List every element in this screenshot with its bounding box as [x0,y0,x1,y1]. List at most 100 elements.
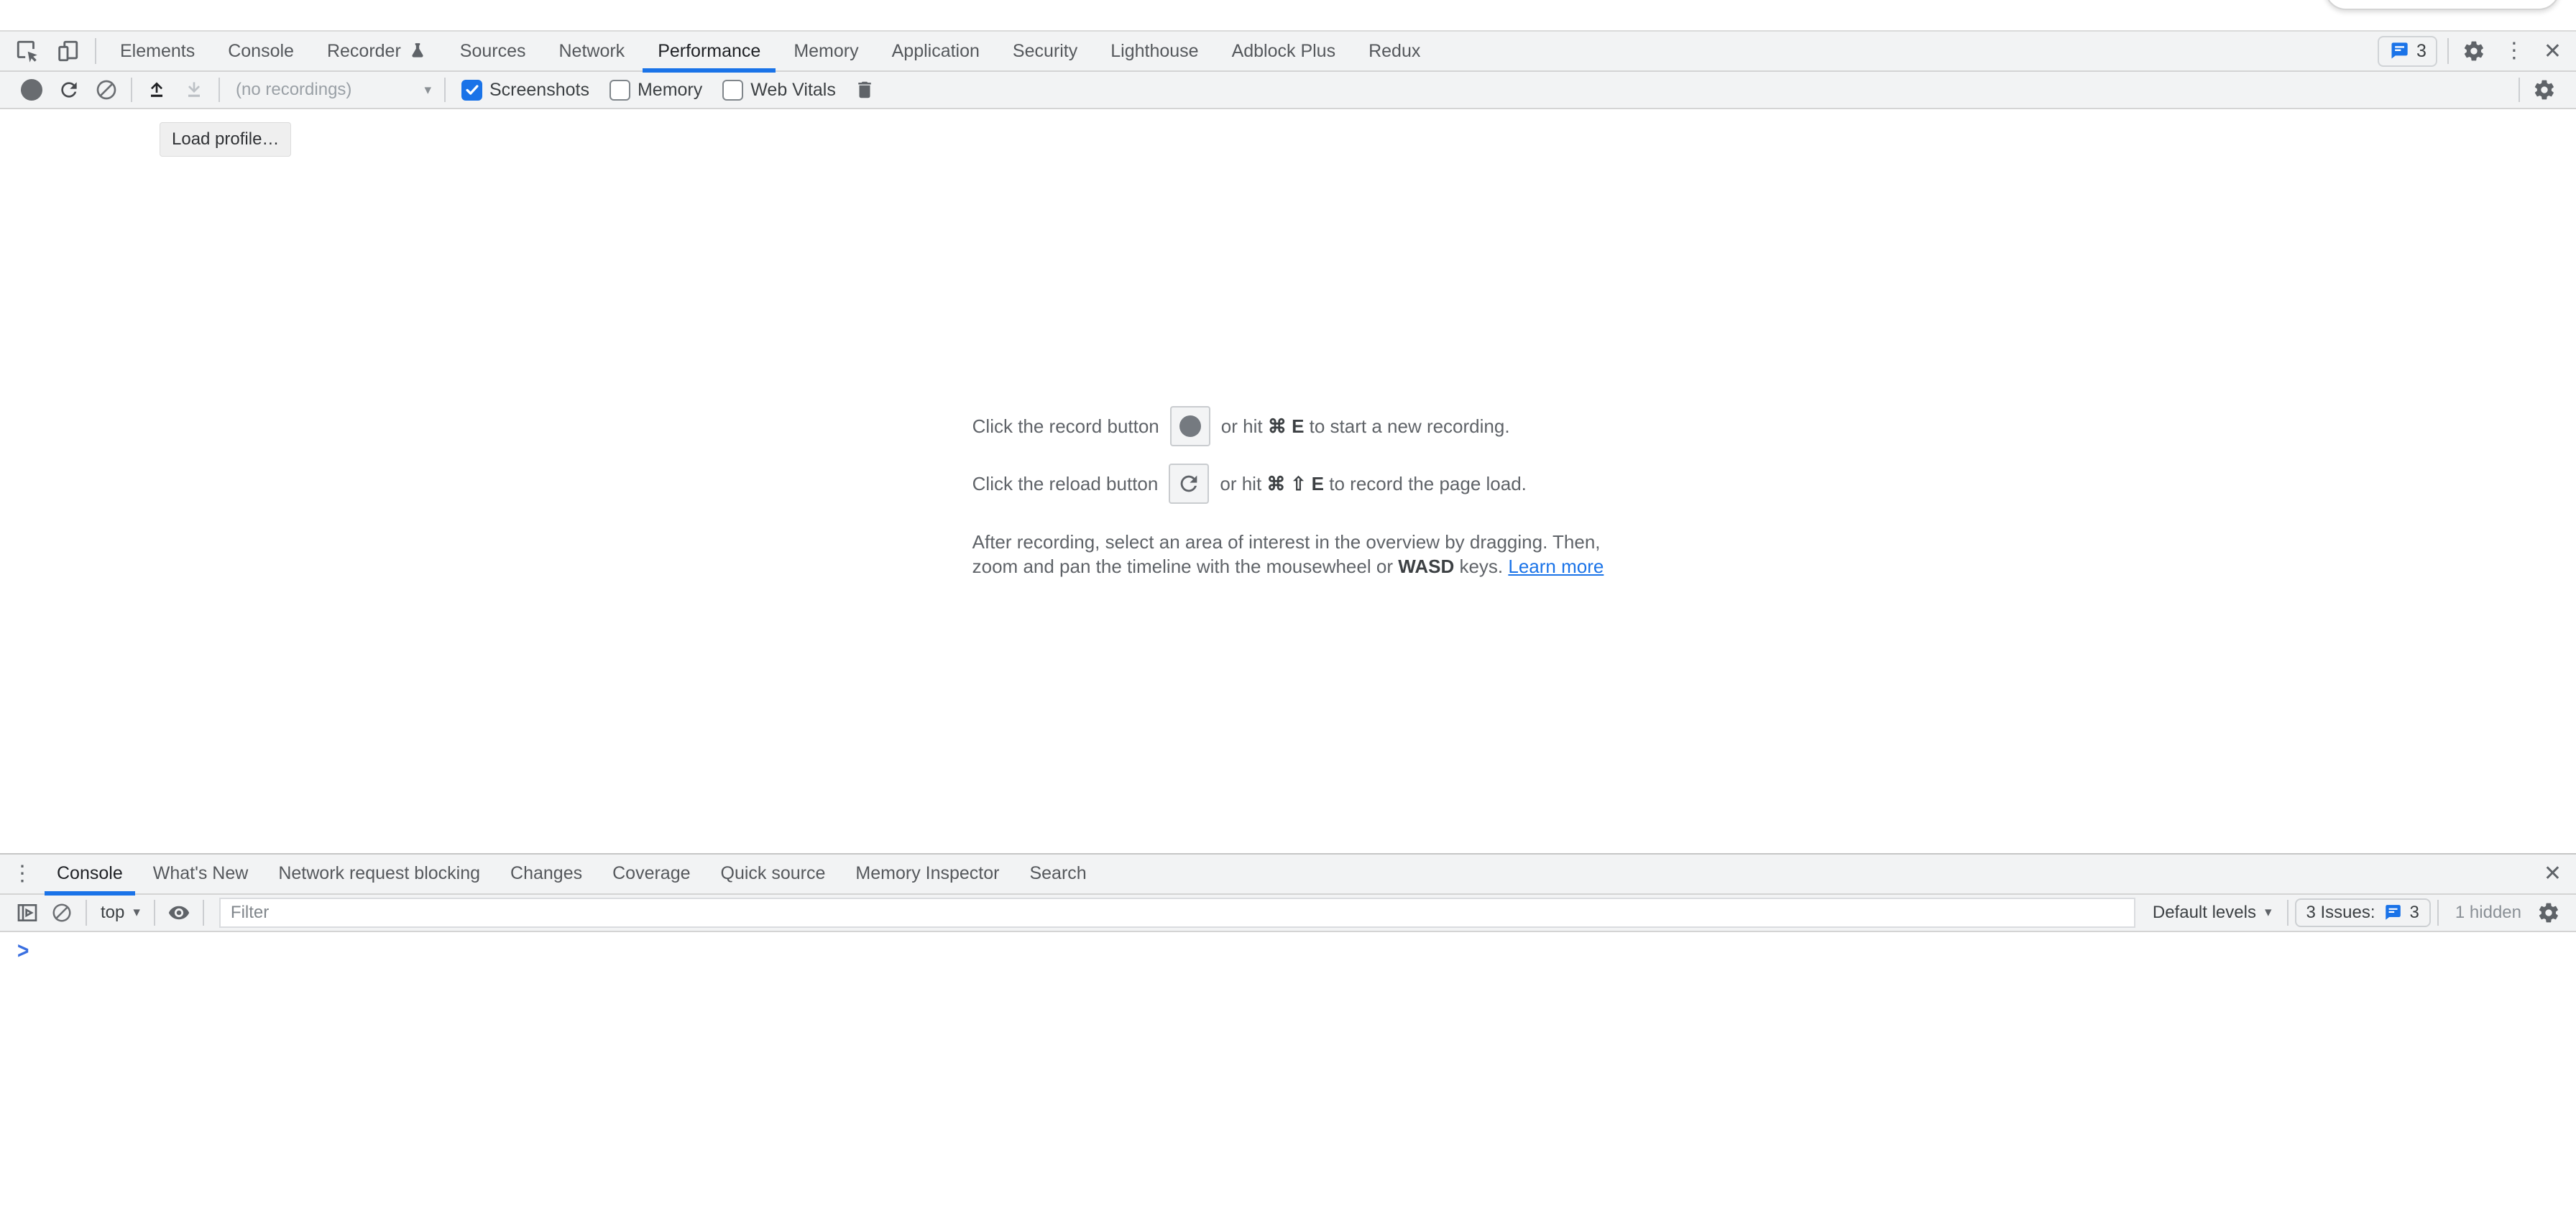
tab-adblock-plus[interactable]: Adblock Plus [1215,31,1353,71]
issues-counter-button[interactable]: 3 Issues: 3 [2295,898,2431,927]
checkbox-label: Web Vitals [750,80,836,101]
divider [203,900,204,926]
context-value: top [101,903,124,923]
tab-label: Network [559,41,625,62]
divider [444,78,446,102]
javascript-context-dropdown[interactable]: top ▾ [93,903,147,923]
hidden-messages-count: 1 hidden [2445,903,2531,923]
divider [86,900,87,926]
message-bubble-icon [2383,903,2403,922]
create-live-expression-button[interactable] [162,896,196,929]
log-levels-dropdown[interactable]: Default levels ▾ [2144,903,2281,923]
performance-panel-body: Click the record button or hit ⌘ E to st… [0,109,2576,853]
kebab-icon: ⋮ [2503,39,2525,63]
tab-label: Adblock Plus [1232,41,1336,62]
cmd-key-icon: ⌘ [1268,415,1287,437]
inspect-element-button[interactable] [7,32,47,70]
tab-security[interactable]: Security [996,31,1094,71]
block-icon [51,902,73,924]
tab-recorder[interactable]: Recorder [310,31,443,71]
top-whitespace [0,0,2576,30]
save-profile-button[interactable] [175,73,213,106]
drawer-tab-network-request-blocking[interactable]: Network request blocking [263,854,495,894]
console-prompt-chevron-icon: > [17,937,29,964]
console-settings-button[interactable] [2531,896,2566,929]
clear-recordings-button[interactable] [88,73,125,106]
issues-count: 3 [2416,41,2426,62]
drawer-tab-memory-inspector[interactable]: Memory Inspector [840,854,1014,894]
divider [154,900,155,926]
tab-label: Memory [794,41,858,62]
reload-and-record-button[interactable] [50,73,88,106]
tab-sources[interactable]: Sources [443,31,543,71]
more-options-button[interactable]: ⋮ [2499,40,2529,62]
divider [2447,38,2449,64]
record-icon [1179,415,1201,437]
experiment-flask-icon [408,42,427,60]
download-arrow-icon [183,78,206,101]
load-profile-button[interactable] [138,73,175,106]
issues-label: 3 Issues: [2306,903,2375,923]
tab-application[interactable]: Application [875,31,996,71]
instruction-text: or hit ⌘ ⇧ E to record the page load. [1220,473,1527,495]
learn-more-link[interactable]: Learn more [1508,556,1604,577]
tab-lighthouse[interactable]: Lighthouse [1094,31,1215,71]
screenshots-checkbox[interactable]: Screenshots [461,80,589,101]
tab-console[interactable]: Console [211,31,310,71]
trash-icon [854,79,875,101]
drawer-tab-search[interactable]: Search [1014,854,1101,894]
device-toolbar-button[interactable] [47,32,88,70]
memory-checkbox[interactable]: Memory [610,80,702,101]
divider [2437,900,2439,926]
tooltip-text: Load profile… [172,129,279,149]
kebab-icon: ⋮ [12,862,33,885]
tab-elements[interactable]: Elements [104,31,211,71]
tab-label: Application [892,41,980,62]
close-drawer-button[interactable]: ✕ [2539,861,2566,886]
tab-performance[interactable]: Performance [641,31,777,71]
divider [131,78,132,102]
tab-label: Console [228,41,294,62]
filter-input[interactable] [219,898,2135,928]
chevron-down-icon: ▾ [133,904,140,921]
console-prompt-area[interactable]: > [0,932,2576,1206]
key-e: E [1312,473,1324,494]
landing-instructions: Click the record button or hit ⌘ E to st… [972,406,1604,579]
checkbox-label: Memory [638,80,702,101]
paragraph-line: keys. [1459,556,1503,577]
reload-icon [58,78,80,101]
cutoff-popup-bubble [2324,0,2560,10]
tab-label: Coverage [612,863,690,884]
tab-label: Elements [120,41,195,62]
web-vitals-checkbox[interactable]: Web Vitals [722,80,836,101]
devtools-tabbar: Elements Console Recorder Sources Networ… [0,30,2576,72]
inline-record-button [1170,406,1210,446]
tab-memory[interactable]: Memory [777,31,875,71]
sidebar-panel-icon [16,901,39,924]
tab-network[interactable]: Network [543,31,642,71]
load-profile-tooltip: Load profile… [160,122,291,157]
delete-recording-button[interactable] [846,73,883,106]
close-devtools-button[interactable]: ✕ [2539,39,2566,64]
record-button[interactable] [13,73,50,106]
clear-console-button[interactable] [45,896,79,929]
performance-toolbar: (no recordings) ▾ Screenshots Memory Web… [0,72,2576,109]
drawer-tab-whats-new[interactable]: What's New [138,854,264,894]
settings-button[interactable] [2459,36,2489,66]
cmd-key-icon: ⌘ [1266,473,1285,494]
drawer-more-tools-button[interactable]: ⋮ [7,863,37,885]
console-toolbar: top ▾ Default levels ▾ 3 Issues: 3 1 hid… [0,895,2576,932]
recordings-dropdown[interactable]: (no recordings) ▾ [226,73,438,106]
show-console-sidebar-button[interactable] [10,896,45,929]
chevron-down-icon: ▾ [2265,904,2272,921]
drawer-tab-changes[interactable]: Changes [495,854,597,894]
drawer-tab-quick-source[interactable]: Quick source [706,854,841,894]
key-e: E [1292,415,1304,437]
drawer-tab-coverage[interactable]: Coverage [597,854,705,894]
issues-counter-button[interactable]: 3 [2378,36,2437,67]
capture-settings-button[interactable] [2526,73,2563,106]
drawer-tab-console[interactable]: Console [42,854,138,894]
tab-redux[interactable]: Redux [1352,31,1437,71]
tab-label: Search [1029,863,1086,884]
inline-reload-button [1169,464,1209,504]
